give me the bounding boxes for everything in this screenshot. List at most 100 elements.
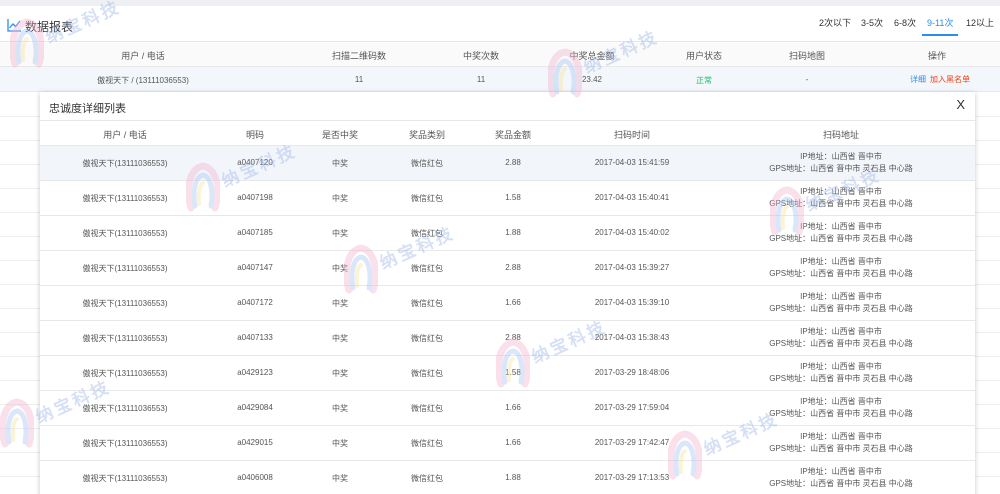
- cell-code: a0407198: [237, 193, 273, 202]
- cell-address: IP地址：山西省 晋中市 GPS地址：山西省 晋中市 灵石县 中心路: [769, 396, 913, 420]
- cell-won: 中奖: [332, 264, 348, 273]
- cell-user: 傲视天下 / (13111036553): [97, 76, 189, 85]
- cell-prize-type: 微信红包: [411, 229, 443, 238]
- gps-address: GPS地址：山西省 晋中市 灵石县 中心路: [769, 199, 913, 208]
- tab-range-2[interactable]: 6-8次: [894, 16, 916, 29]
- col-prize-amount: 奖品金额: [494, 130, 532, 140]
- cell-code: a0407172: [237, 298, 273, 307]
- col-total-amount: 中奖总金额: [569, 51, 615, 61]
- cell-amount: 2.88: [505, 263, 521, 272]
- cell-won: 中奖: [332, 299, 348, 308]
- cell-prize-type: 微信红包: [411, 299, 443, 308]
- add-to-blacklist-link[interactable]: 加入黑名单: [930, 74, 970, 85]
- col-prize-type: 奖品类别: [408, 130, 446, 140]
- col-scan-address: 扫码地址: [822, 130, 860, 140]
- active-tab-indicator: [922, 34, 958, 36]
- table-row: 傲视天下(13111036553) a0407147 中奖 微信红包 2.88 …: [40, 251, 975, 286]
- cell-won: 中奖: [332, 159, 348, 168]
- cell-time: 2017-04-03 15:39:10: [594, 298, 670, 307]
- ip-address: IP地址：山西省 晋中市: [800, 187, 882, 196]
- cell-prize-type: 微信红包: [411, 439, 443, 448]
- cell-user: 傲视天下(13111036553): [82, 194, 168, 203]
- cell-user: 傲视天下(13111036553): [82, 334, 168, 343]
- ip-address: IP地址：山西省 晋中市: [800, 432, 882, 441]
- cell-user: 傲视天下(13111036553): [82, 439, 168, 448]
- cell-code: a0407185: [237, 228, 273, 237]
- cell-amount: 2.88: [505, 333, 521, 342]
- tab-range-4[interactable]: 12以上: [966, 16, 994, 29]
- cell-amount: 2.88: [505, 158, 521, 167]
- cell-map: -: [805, 75, 809, 84]
- table-row: 傲视天下(13111036553) a0407198 中奖 微信红包 1.58 …: [40, 181, 975, 216]
- cell-code: a0429123: [237, 368, 273, 377]
- gps-address: GPS地址：山西省 晋中市 灵石县 中心路: [769, 374, 913, 383]
- ip-address: IP地址：山西省 晋中市: [800, 327, 882, 336]
- tab-range-0[interactable]: 2次以下: [819, 16, 851, 29]
- cell-address: IP地址：山西省 晋中市 GPS地址：山西省 晋中市 灵石县 中心路: [769, 186, 913, 210]
- cell-time: 2017-03-29 17:42:47: [594, 438, 670, 447]
- cell-code: a0429015: [237, 438, 273, 447]
- col-scan-count: 扫描二维码数: [331, 51, 387, 61]
- col-scan-time: 扫码时间: [613, 130, 651, 140]
- cell-scans: 11: [354, 75, 364, 84]
- detail-link[interactable]: 详细: [910, 74, 926, 85]
- cell-amount: 1.58: [505, 368, 521, 377]
- gps-address: GPS地址：山西省 晋中市 灵石县 中心路: [769, 444, 913, 453]
- table-row: 傲视天下(13111036553) a0407120 中奖 微信红包 2.88 …: [40, 146, 975, 181]
- cell-amount: 1.66: [505, 298, 521, 307]
- cell-prize-type: 微信红包: [411, 334, 443, 343]
- ip-address: IP地址：山西省 晋中市: [800, 362, 882, 371]
- col-is-winner: 是否中奖: [321, 130, 359, 140]
- cell-won: 中奖: [332, 439, 348, 448]
- report-header: 数据报表 2次以下 3-5次 6-8次 9-11次 12以上: [0, 6, 1000, 42]
- cell-prize-type: 微信红包: [411, 159, 443, 168]
- main-table-row: 傲视天下 / (13111036553) 11 11 23.42 正常 - 详细…: [0, 67, 1000, 92]
- cell-address: IP地址：山西省 晋中市 GPS地址：山西省 晋中市 灵石县 中心路: [769, 221, 913, 245]
- col-scan-map: 扫码地图: [788, 51, 826, 61]
- col-user-status: 用户状态: [685, 51, 723, 61]
- modal-title: 忠诚度详细列表: [49, 103, 126, 115]
- cell-time: 2017-03-29 17:59:04: [594, 403, 670, 412]
- cell-amount: 1.66: [505, 403, 521, 412]
- ip-address: IP地址：山西省 晋中市: [800, 152, 882, 161]
- gps-address: GPS地址：山西省 晋中市 灵石县 中心路: [769, 164, 913, 173]
- gps-address: GPS地址：山西省 晋中市 灵石县 中心路: [769, 234, 913, 243]
- loyalty-detail-modal: 忠诚度详细列表 X 用户 / 电话 明码 是否中奖 奖品类别 奖品金额 扫码时间…: [40, 92, 975, 494]
- cell-time: 2017-03-29 18:48:06: [594, 368, 670, 377]
- table-row: 傲视天下(13111036553) a0406008 中奖 微信红包 1.88 …: [40, 461, 975, 494]
- col-user-phone: 用户 / 电话: [121, 51, 165, 61]
- detail-table-header: 用户 / 电话 明码 是否中奖 奖品类别 奖品金额 扫码时间 扫码地址: [40, 120, 975, 146]
- table-row: 傲视天下(13111036553) a0407133 中奖 微信红包 2.88 …: [40, 321, 975, 356]
- cell-won: 中奖: [332, 229, 348, 238]
- tab-range-3[interactable]: 9-11次: [927, 16, 953, 29]
- cell-user: 傲视天下(13111036553): [82, 159, 168, 168]
- cell-time: 2017-04-03 15:40:41: [594, 193, 670, 202]
- status-badge: 正常: [696, 76, 712, 85]
- col-actions: 操作: [927, 51, 947, 61]
- cell-prize-type: 微信红包: [411, 474, 443, 483]
- cell-prize-type: 微信红包: [411, 404, 443, 413]
- table-row: 傲视天下(13111036553) a0407185 中奖 微信红包 1.88 …: [40, 216, 975, 251]
- cell-time: 2017-04-03 15:39:27: [594, 263, 670, 272]
- close-button[interactable]: X: [956, 97, 965, 112]
- cell-user: 傲视天下(13111036553): [82, 264, 168, 273]
- cell-time: 2017-03-29 17:13:53: [594, 473, 670, 482]
- cell-code: a0406008: [237, 473, 273, 482]
- cell-user: 傲视天下(13111036553): [82, 474, 168, 483]
- cell-prize-type: 微信红包: [411, 264, 443, 273]
- cell-won: 中奖: [332, 194, 348, 203]
- table-row: 傲视天下(13111036553) a0429015 中奖 微信红包 1.66 …: [40, 426, 975, 461]
- gps-address: GPS地址：山西省 晋中市 灵石县 中心路: [769, 409, 913, 418]
- cell-won: 中奖: [332, 334, 348, 343]
- cell-total-amount: 23.42: [581, 75, 603, 84]
- cell-code: a0407120: [237, 158, 273, 167]
- ip-address: IP地址：山西省 晋中市: [800, 397, 882, 406]
- cell-won: 中奖: [332, 369, 348, 378]
- cell-user: 傲视天下(13111036553): [82, 229, 168, 238]
- table-row: 傲视天下(13111036553) a0429084 中奖 微信红包 1.66 …: [40, 391, 975, 426]
- cell-user: 傲视天下(13111036553): [82, 299, 168, 308]
- tab-range-1[interactable]: 3-5次: [861, 16, 883, 29]
- cell-prize-type: 微信红包: [411, 194, 443, 203]
- cell-address: IP地址：山西省 晋中市 GPS地址：山西省 晋中市 灵石县 中心路: [769, 291, 913, 315]
- main-table-header: 用户 / 电话 扫描二维码数 中奖次数 中奖总金额 用户状态 扫码地图 操作: [0, 43, 1000, 67]
